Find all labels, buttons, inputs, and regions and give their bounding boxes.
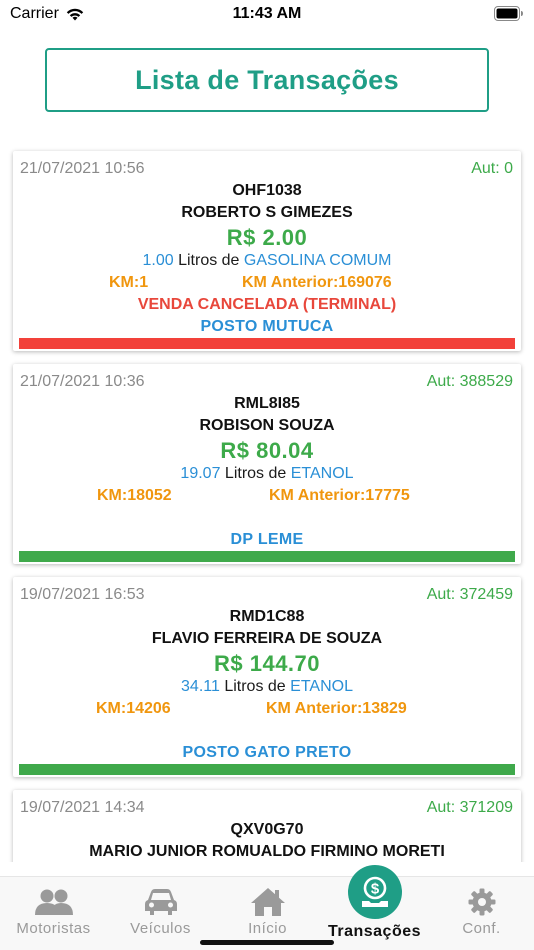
fuel-type: ETANOL [290,465,354,482]
authorization-code: Aut: 388529 [426,373,513,390]
transaction-date: 21/07/2021 10:36 [20,373,145,390]
vehicle-plate: RMD1C88 [229,608,305,625]
transaction-card[interactable]: 21/07/2021 10:36 Aut: 388529 RML8I85 ROB… [13,364,521,564]
transaction-price: R$ 2.00 [226,225,308,250]
tab-conf[interactable]: Conf. [428,877,534,950]
liters-value: 19.07 [180,465,221,482]
page-title: Lista de Transações [135,64,399,95]
driver-name: FLAVIO FERREIRA DE SOUZA [151,630,383,647]
gear-icon [462,885,502,919]
fuel-type: ETANOL [290,678,353,695]
authorization-code: Aut: 371209 [426,799,513,816]
tab-motoristas[interactable]: Motoristas [0,877,107,950]
transaction-date: 21/07/2021 10:56 [20,160,145,177]
status-bar-ok [19,764,515,775]
driver-name: MARIO JUNIOR ROMUALDO FIRMINO MORETI [89,843,445,860]
km-previous: KM Anterior:17775 [269,487,410,504]
station-name: POSTO MUTUCA [200,318,334,335]
cancel-status: VENDA CANCELADA (TERMINAL) [137,296,397,313]
fuel-info: 34.11 Litros de ETANOL [13,678,521,696]
authorization-code: Aut: 372459 [426,586,513,603]
fuel-type: GASOLINA COMUM [243,252,392,269]
liters-label: Litros de [220,465,291,482]
car-icon [141,885,181,919]
station-name: POSTO GATO PRETO [182,744,352,761]
tab-label: Motoristas [16,920,91,937]
money-hand-icon: $ [347,865,402,919]
transaction-date: 19/07/2021 14:34 [20,799,145,816]
fuel-info: 1.00 Litros de GASOLINA COMUM [13,252,521,270]
driver-name: ROBERTO S GIMEZES [181,204,353,221]
fuel-info: 19.07 Litros de ETANOL [13,465,521,483]
transaction-card[interactable]: 19/07/2021 14:34 Aut: 371209 QXV0G70 MAR… [13,790,521,862]
driver-name: ROBISON SOUZA [199,417,335,434]
km-current: KM:14206 [96,700,171,717]
tab-label: Veículos [130,920,191,937]
tab-veiculos[interactable]: Veículos [107,877,214,950]
vehicle-plate: RML8I85 [234,395,300,412]
transaction-card[interactable]: 21/07/2021 10:56 Aut: 0 OHF1038 ROBERTO … [13,151,521,351]
tab-label: Início [248,920,287,937]
vehicle-plate: QXV0G70 [230,821,304,838]
status-bar-canceled [19,338,515,349]
authorization-code: Aut: 0 [471,160,513,177]
tab-label: Conf. [462,920,501,937]
vehicle-plate: OHF1038 [232,182,302,199]
home-icon [248,885,288,919]
transaction-date: 19/07/2021 16:53 [20,586,145,603]
status-time: 11:43 AM [232,5,302,22]
svg-text:$: $ [370,881,379,898]
status-bar-ok [19,551,515,562]
station-name: DP LEME [230,531,304,548]
tab-bar: Motoristas Veículos Início $ Transações … [0,865,534,950]
transaction-price: R$ 80.04 [220,438,314,463]
transaction-list[interactable]: 21/07/2021 10:56 Aut: 0 OHF1038 ROBERTO … [0,140,534,862]
users-icon [34,885,74,919]
liters-label: Litros de [219,678,291,695]
page-title-box: Lista de Transações [45,48,489,112]
km-current: KM:18052 [97,487,172,504]
liters-label: Litros de [173,252,244,269]
tab-label: Transações [327,923,422,940]
transaction-card[interactable]: 19/07/2021 16:53 Aut: 372459 RMD1C88 FLA… [13,577,521,777]
status-bar: Carrier 11:43 AM [0,0,534,30]
km-current: KM:1 [109,274,149,291]
km-previous: KM Anterior:169076 [242,274,392,291]
home-indicator [200,940,334,945]
transaction-price: R$ 144.70 [213,651,321,676]
battery-icon [494,6,523,21]
tab-transacoes[interactable]: $ Transações [321,865,428,950]
liters-value: 34.11 [181,678,220,695]
liters-value: 1.00 [142,252,174,269]
km-previous: KM Anterior:13829 [266,700,407,717]
